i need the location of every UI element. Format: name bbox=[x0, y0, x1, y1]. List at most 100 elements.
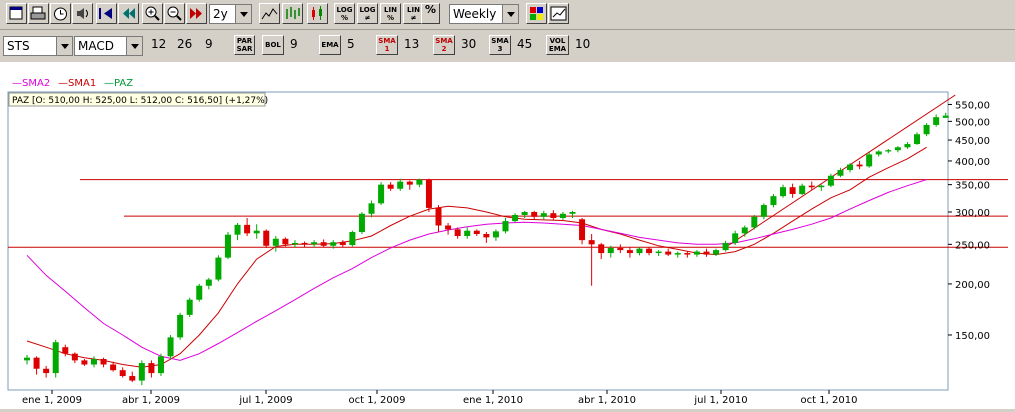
line-chart-icon[interactable] bbox=[259, 3, 280, 24]
legend-sma1: —SMA1 bbox=[58, 78, 96, 89]
ema-label: EMA bbox=[321, 41, 339, 49]
candle-body bbox=[148, 363, 155, 374]
fast-forward-icon[interactable] bbox=[186, 3, 207, 24]
candle-body bbox=[655, 251, 662, 254]
candle-body bbox=[483, 234, 490, 238]
candle-body bbox=[224, 234, 231, 258]
print-icon[interactable] bbox=[28, 3, 49, 24]
color-palette-icon[interactable] bbox=[526, 3, 547, 24]
new-window-icon[interactable] bbox=[6, 3, 27, 24]
chevron-down-icon[interactable] bbox=[56, 37, 72, 55]
candle-body bbox=[512, 214, 519, 222]
sma2-param[interactable]: 30 bbox=[461, 37, 476, 51]
candle-body bbox=[43, 368, 50, 374]
candle-body bbox=[196, 285, 203, 300]
candle-body bbox=[263, 230, 270, 246]
ohlc-info: PAZ [O: 510,00 H: 525,00 L: 512,00 C: 51… bbox=[12, 96, 268, 106]
candle-body bbox=[732, 233, 739, 243]
candle-body bbox=[789, 187, 796, 195]
sma2-label: SMA 2 bbox=[435, 37, 453, 53]
candle-body bbox=[665, 251, 672, 255]
macd-param-fast[interactable]: 12 bbox=[151, 37, 166, 51]
first-page-icon[interactable] bbox=[96, 3, 117, 24]
price-chart[interactable]: 550,00 500,00 450,00 400,00 350,00 300,00 250,… bbox=[0, 63, 1015, 409]
candle-body bbox=[914, 134, 921, 145]
log-neq-button[interactable]: LOG ≠ bbox=[357, 3, 378, 24]
candle-body bbox=[291, 242, 298, 245]
candle-body bbox=[531, 211, 538, 217]
log-pct-button[interactable]: LOG% bbox=[334, 3, 355, 24]
macd-param-signal[interactable]: 9 bbox=[205, 37, 213, 51]
period-select[interactable]: 2y bbox=[209, 4, 252, 24]
x-tick-label: oct 1, 2009 bbox=[349, 395, 406, 406]
volema-param[interactable]: 10 bbox=[575, 37, 590, 51]
sma3-param[interactable]: 45 bbox=[517, 37, 532, 51]
candle-body bbox=[24, 357, 30, 361]
candle-body bbox=[722, 242, 729, 251]
y-tick-label: 500,00 bbox=[955, 117, 990, 128]
sma3-label: SMA 3 bbox=[491, 37, 509, 53]
lin-pct-button[interactable]: LIN% bbox=[380, 3, 401, 24]
candle-body bbox=[358, 213, 365, 233]
x-tick-label: abr 1, 2010 bbox=[578, 395, 636, 406]
bol-param[interactable]: 9 bbox=[290, 37, 298, 51]
candle-body bbox=[167, 337, 174, 357]
candle-body bbox=[119, 370, 126, 377]
volema-button[interactable]: VOL EMA bbox=[546, 35, 569, 55]
candle-body bbox=[378, 184, 385, 204]
indicator-value: MACD bbox=[78, 39, 114, 53]
candle-body bbox=[90, 359, 97, 365]
candle-body bbox=[177, 314, 184, 338]
legend-paz: —PAZ bbox=[104, 78, 133, 89]
candle-body bbox=[569, 211, 576, 214]
y-tick-label: 350,00 bbox=[955, 181, 990, 192]
parsar-button[interactable]: PAR SAR bbox=[234, 35, 255, 55]
candle-body bbox=[521, 211, 528, 215]
zoom-out-icon[interactable] bbox=[164, 3, 185, 24]
sma1-button[interactable]: SMA 1 bbox=[376, 35, 398, 55]
candle-body bbox=[588, 240, 595, 245]
chart-window-icon[interactable] bbox=[548, 3, 569, 24]
sma1-param[interactable]: 13 bbox=[404, 37, 419, 51]
candle-body bbox=[875, 151, 882, 155]
chart-area[interactable]: 550,00 500,00 450,00 400,00 350,00 300,00 250,… bbox=[0, 63, 1015, 409]
sound-icon[interactable] bbox=[72, 3, 93, 24]
sma3-button[interactable]: SMA 3 bbox=[489, 35, 511, 55]
macd-param-slow[interactable]: 26 bbox=[177, 37, 192, 51]
ema-button[interactable]: EMA bbox=[319, 35, 341, 55]
candle-body bbox=[253, 230, 260, 234]
candle-body bbox=[311, 242, 318, 245]
main-toolbar: 2y LOG% LOG ≠ LIN% LIN ≠ % Weekly bbox=[0, 0, 1015, 30]
x-tick-label: oct 1, 2010 bbox=[801, 395, 858, 406]
clock-icon[interactable] bbox=[50, 3, 71, 24]
bol-button[interactable]: BOL bbox=[262, 35, 284, 55]
candle-body bbox=[33, 357, 40, 369]
rewind-icon[interactable] bbox=[118, 3, 139, 24]
candle-body bbox=[52, 342, 59, 374]
symbol-value: STS bbox=[7, 39, 30, 53]
candle-body bbox=[751, 216, 758, 228]
chevron-down-icon[interactable] bbox=[502, 5, 518, 23]
chevron-down-icon[interactable] bbox=[235, 5, 251, 23]
candle-body bbox=[894, 147, 901, 151]
candle-body bbox=[703, 251, 710, 255]
candle-body bbox=[492, 231, 499, 238]
indicator-select[interactable]: MACD bbox=[74, 36, 143, 56]
candle-body bbox=[387, 184, 394, 189]
symbol-select[interactable]: STS bbox=[3, 36, 73, 56]
legend-sma2: —SMA2 bbox=[12, 78, 50, 89]
candlestick-icon[interactable] bbox=[307, 3, 328, 24]
candle-body bbox=[847, 164, 854, 171]
zoom-in-icon[interactable] bbox=[142, 3, 163, 24]
candle-body bbox=[62, 347, 69, 354]
sma2-button[interactable]: SMA 2 bbox=[433, 35, 455, 55]
chevron-down-icon[interactable] bbox=[126, 37, 142, 55]
frequency-select[interactable]: Weekly bbox=[449, 4, 519, 24]
volema-label: VOL EMA bbox=[548, 37, 567, 53]
bar-chart-icon[interactable] bbox=[282, 3, 303, 24]
candle-body bbox=[138, 363, 145, 381]
percent-button[interactable]: % bbox=[421, 3, 440, 24]
ema-param[interactable]: 5 bbox=[347, 37, 355, 51]
candle-body bbox=[502, 221, 509, 232]
candle-body bbox=[942, 115, 949, 118]
